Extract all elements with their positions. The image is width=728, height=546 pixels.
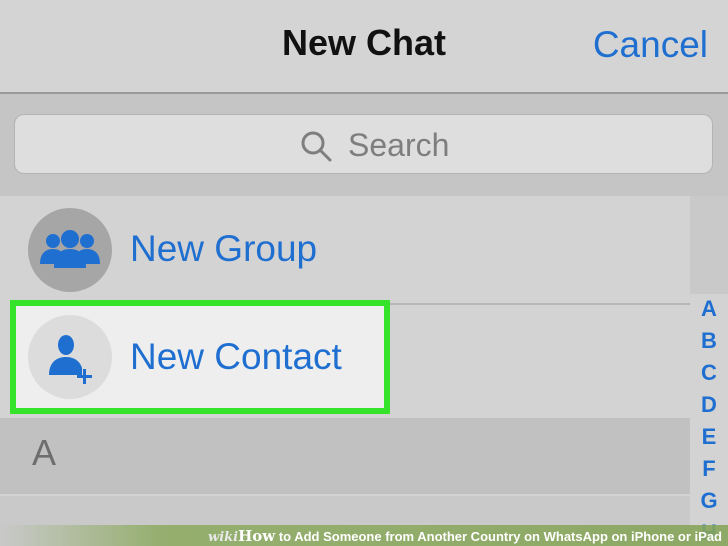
contact-avatar [28,315,112,399]
banner-caption: wikiHow to Add Someone from Another Coun… [208,527,722,545]
banner-how: How [238,527,276,545]
index-letter-b[interactable]: B [690,328,728,354]
index-letter-f[interactable]: F [690,456,728,482]
alphabet-index[interactable]: A B C D E F G H [690,294,728,546]
index-letter-g[interactable]: G [690,488,728,514]
group-avatar [28,208,112,292]
index-letter-d[interactable]: D [690,392,728,418]
new-group-label: New Group [130,228,318,269]
index-letter-c[interactable]: C [690,360,728,386]
search-area: Search [0,94,728,196]
section-header: A [0,418,690,494]
new-contact-label: New Contact [130,336,342,377]
search-input[interactable]: Search [14,114,713,174]
new-contact-row[interactable]: New Contact [10,300,390,414]
cancel-button[interactable]: Cancel [593,24,708,66]
index-letter-a[interactable]: A [690,296,728,322]
search-icon [301,131,332,162]
search-placeholder: Search [348,127,450,163]
banner-title: to Add Someone from Another Country on W… [278,529,722,544]
add-contact-icon [49,335,92,384]
new-group-row[interactable]: New Group [0,196,690,304]
index-letter-e[interactable]: E [690,424,728,450]
group-icon [40,230,100,268]
watermark-banner: wikiHow to Add Someone from Another Coun… [0,525,728,546]
section-header-letter: A [32,432,57,473]
banner-logo: wiki [208,530,239,545]
contact-list: New Group New Contact A [0,196,690,496]
navigation-bar: New Chat Cancel [0,0,728,94]
